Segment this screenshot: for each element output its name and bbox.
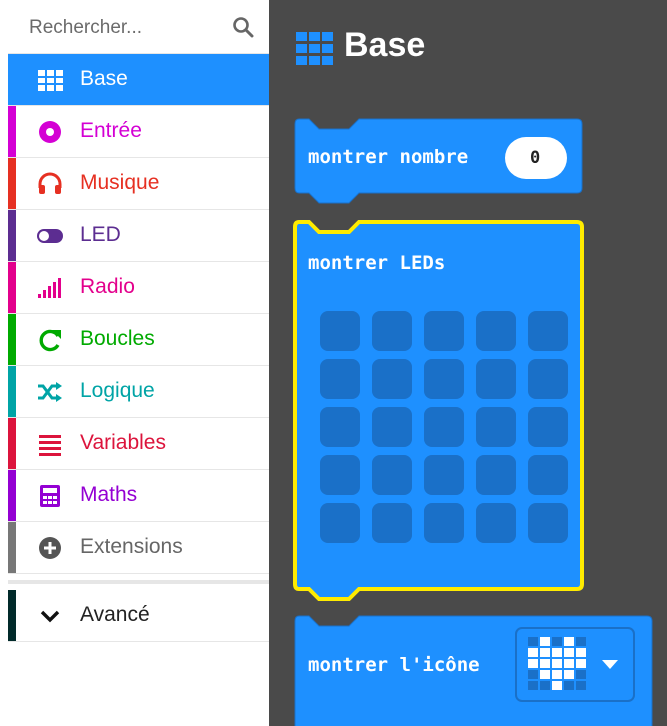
signal-bars-icon (38, 278, 61, 298)
category-label: Logique (80, 379, 155, 402)
block-show-leds[interactable] (291, 218, 587, 610)
category-label: Radio (80, 275, 135, 298)
divider (8, 580, 269, 584)
category-label: Avancé (80, 603, 150, 626)
category-stripe (8, 158, 16, 209)
category-stripe (8, 418, 16, 469)
category-avance[interactable]: Avancé (8, 590, 269, 642)
grid-icon (38, 70, 63, 91)
toolbox-sidebar: Rechercher... Base Entrée Musique LED Ra… (0, 0, 269, 726)
category-stripe (8, 366, 16, 417)
block-label: montrer LEDs (308, 252, 446, 274)
category-boucles[interactable]: Boucles (8, 314, 269, 366)
block-label: montrer nombre (308, 146, 469, 168)
heart-icon[interactable] (528, 637, 590, 693)
category-maths[interactable]: Maths (8, 470, 269, 522)
list-lines-icon (39, 435, 61, 456)
flyout-title-text: Base (344, 26, 426, 64)
toggle-icon (37, 229, 63, 243)
dropdown-arrow-icon[interactable] (601, 659, 619, 671)
number-value: 0 (530, 148, 541, 168)
category-label: Boucles (80, 327, 155, 350)
category-logique[interactable]: Logique (8, 366, 269, 418)
category-label: Entrée (80, 119, 142, 142)
category-label: Maths (80, 483, 138, 506)
category-stripe (8, 210, 16, 261)
category-stripe (8, 590, 16, 641)
search-input[interactable]: Rechercher... (29, 17, 142, 39)
category-variables[interactable]: Variables (8, 418, 269, 470)
shuffle-icon (38, 382, 62, 402)
headphones-icon (38, 172, 62, 194)
category-extensions[interactable]: Extensions (8, 522, 269, 574)
category-label: Musique (80, 171, 160, 194)
search-icon[interactable] (232, 16, 254, 38)
category-musique[interactable]: Musique (8, 158, 269, 210)
category-entree[interactable]: Entrée (8, 106, 269, 158)
calculator-icon (40, 485, 60, 507)
category-base[interactable]: Base (8, 54, 269, 106)
category-stripe (8, 262, 16, 313)
category-label: Extensions (80, 535, 183, 558)
refresh-icon (39, 329, 61, 352)
category-radio[interactable]: Radio (8, 262, 269, 314)
category-stripe (8, 54, 16, 105)
number-input[interactable]: 0 (505, 137, 567, 179)
category-stripe (8, 314, 16, 365)
chevron-down-icon (40, 610, 60, 623)
category-label: LED (80, 223, 121, 246)
input-circle-icon (39, 121, 61, 143)
category-stripe (8, 522, 16, 573)
category-label: Variables (80, 431, 166, 454)
category-stripe (8, 470, 16, 521)
search-box[interactable]: Rechercher... (8, 0, 269, 54)
category-led[interactable]: LED (8, 210, 269, 262)
category-label: Base (80, 67, 128, 90)
block-label: montrer l'icône (308, 654, 480, 676)
grid-icon (296, 32, 333, 65)
category-stripe (8, 106, 16, 157)
plus-circle-icon (39, 537, 61, 559)
